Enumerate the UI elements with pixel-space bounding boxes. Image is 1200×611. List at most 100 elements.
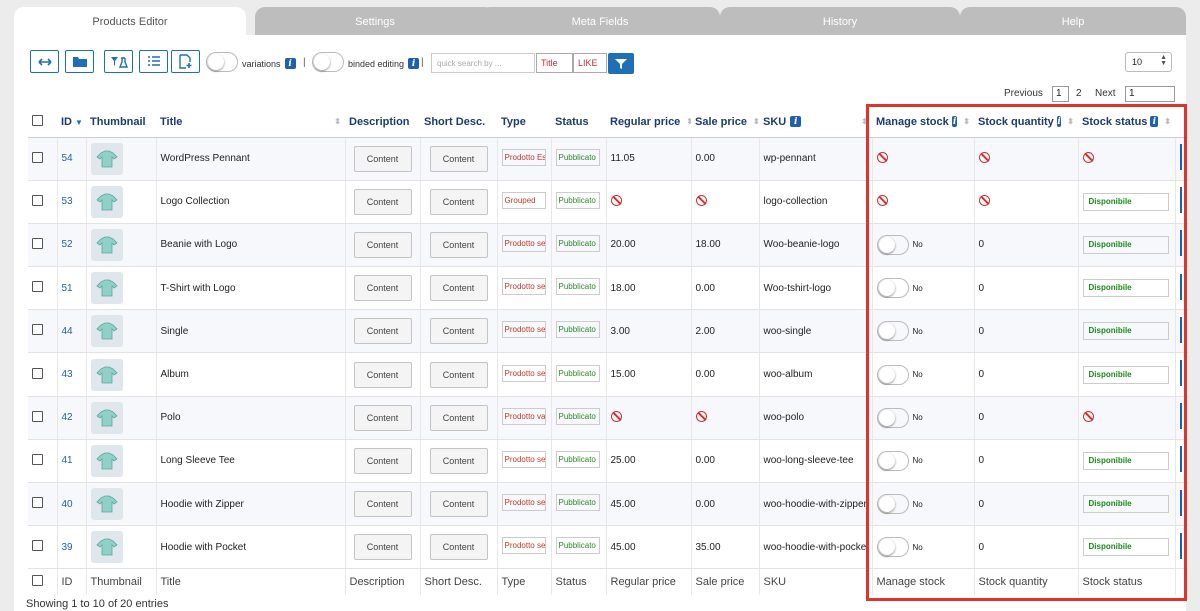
- product-thumbnail[interactable]: [90, 531, 123, 564]
- product-status-select[interactable]: Pubblicato: [555, 494, 600, 512]
- manage-stock-toggle[interactable]: [876, 450, 909, 471]
- row-checkbox[interactable]: [32, 367, 43, 379]
- stock-quantity-cell[interactable]: [973, 137, 1078, 181]
- product-id-link[interactable]: 44: [62, 326, 73, 337]
- sku-cell[interactable]: logo-collection: [758, 180, 872, 224]
- info-icon[interactable]: i: [408, 58, 420, 69]
- bulk-edit-button[interactable]: [104, 50, 133, 73]
- sku-value[interactable]: woo-hoodie-with-pocket: [764, 542, 870, 553]
- stock-status-select[interactable]: Disponibile: [1082, 365, 1169, 384]
- description-content-button[interactable]: Content: [353, 447, 412, 474]
- column-header-stock-status[interactable]: Stock status i ⬍: [1078, 107, 1175, 138]
- row-checkbox[interactable]: [32, 497, 43, 509]
- stock-quantity-cell[interactable]: 0: [973, 525, 1078, 570]
- row-checkbox[interactable]: [32, 237, 43, 249]
- description-content-button[interactable]: Content: [353, 145, 412, 172]
- product-thumbnail[interactable]: [90, 358, 123, 391]
- manage-stock-toggle[interactable]: [876, 494, 909, 515]
- description-content-button[interactable]: Content: [353, 231, 412, 258]
- stock-quantity-value[interactable]: 0: [979, 542, 985, 553]
- stock-status-select[interactable]: Disponibile: [1082, 279, 1169, 298]
- regular-price-cell[interactable]: 20.00: [605, 223, 691, 268]
- sale-price-cell[interactable]: 0.00: [690, 137, 759, 181]
- sale-price-value[interactable]: 0.00: [696, 283, 715, 294]
- product-title[interactable]: Polo: [161, 412, 181, 423]
- sku-value[interactable]: woo-polo: [764, 412, 805, 423]
- sale-price-cell[interactable]: 0.00: [690, 482, 759, 527]
- select-all-footer-checkbox[interactable]: [32, 575, 43, 587]
- product-thumbnail[interactable]: [90, 228, 123, 261]
- expand-columns-button[interactable]: [30, 50, 59, 73]
- folder-button[interactable]: [65, 50, 94, 73]
- search-operator-select[interactable]: LIKE: [573, 53, 607, 73]
- regular-price-cell[interactable]: 15.00: [605, 352, 691, 397]
- column-header-sale-price[interactable]: Sale price ⬍: [691, 107, 759, 138]
- short-desc-content-button[interactable]: Content: [429, 534, 488, 561]
- regular-price-value[interactable]: 25.00: [611, 455, 636, 466]
- row-checkbox[interactable]: [32, 151, 43, 163]
- sale-price-value[interactable]: 2.00: [696, 326, 715, 337]
- product-status-select[interactable]: Pubblicato: [555, 537, 600, 555]
- sale-price-value[interactable]: 0.00: [696, 153, 715, 164]
- product-type-select[interactable]: Prodotto variabile: [501, 407, 546, 425]
- product-status-select[interactable]: Pubblicato: [555, 234, 600, 252]
- sale-price-cell[interactable]: 0.00: [690, 439, 759, 484]
- variations-toggle[interactable]: [206, 52, 238, 72]
- product-thumbnail[interactable]: [90, 185, 123, 218]
- stock-quantity-cell[interactable]: [973, 180, 1078, 224]
- regular-price-value[interactable]: 11.05: [611, 153, 635, 164]
- pagination-next[interactable]: Next: [1095, 88, 1116, 99]
- sku-cell[interactable]: wp-pennant: [758, 137, 872, 181]
- column-header-id[interactable]: ID ▼: [57, 107, 86, 138]
- info-icon[interactable]: i: [1150, 116, 1159, 128]
- stock-quantity-value[interactable]: 0: [979, 412, 985, 423]
- stock-status-select[interactable]: Disponibile: [1082, 538, 1169, 557]
- product-id-link[interactable]: 41: [62, 455, 73, 466]
- tab-products-editor[interactable]: Products Editor: [14, 7, 246, 36]
- product-status-select[interactable]: Pubblicato: [555, 407, 600, 425]
- product-status-select[interactable]: Pubblicato: [555, 364, 600, 382]
- column-header-sku[interactable]: SKU i ⬍: [759, 107, 872, 138]
- short-desc-content-button[interactable]: Content: [429, 491, 488, 518]
- sort-icon[interactable]: ⬍: [963, 117, 970, 126]
- manage-stock-toggle[interactable]: [876, 321, 909, 342]
- description-content-button[interactable]: Content: [353, 275, 412, 302]
- select-all-checkbox[interactable]: [32, 114, 43, 126]
- product-id-link[interactable]: 53: [62, 196, 73, 207]
- sale-price-value[interactable]: 0.00: [696, 369, 715, 380]
- sale-price-value[interactable]: 18.00: [696, 239, 721, 250]
- regular-price-cell[interactable]: 11.05: [605, 137, 691, 181]
- stock-quantity-cell[interactable]: 0: [973, 482, 1078, 527]
- short-desc-content-button[interactable]: Content: [429, 318, 488, 345]
- product-status-select[interactable]: Pubblicato: [555, 191, 600, 209]
- manage-stock-toggle[interactable]: [876, 407, 909, 428]
- sale-price-value[interactable]: 35.00: [696, 542, 721, 553]
- manage-stock-toggle[interactable]: [876, 537, 909, 558]
- product-title[interactable]: T-Shirt with Logo: [161, 283, 236, 294]
- product-status-select[interactable]: Pubblicato: [555, 321, 600, 339]
- sku-cell[interactable]: woo-single: [758, 309, 872, 354]
- regular-price-value[interactable]: 15.00: [611, 369, 636, 380]
- short-desc-content-button[interactable]: Content: [429, 275, 488, 302]
- sku-value[interactable]: Woo-beanie-logo: [764, 239, 840, 250]
- row-checkbox-cell[interactable]: [28, 525, 57, 570]
- product-type-select[interactable]: Prodotto semplice: [501, 364, 546, 382]
- description-content-button[interactable]: Content: [353, 361, 412, 388]
- stock-status-select[interactable]: Disponibile: [1082, 235, 1169, 254]
- column-header-regular-price[interactable]: Regular price ⬍: [606, 107, 691, 138]
- stock-quantity-value[interactable]: 0: [979, 369, 985, 380]
- info-icon[interactable]: i: [284, 58, 296, 69]
- short-desc-content-button[interactable]: Content: [429, 188, 488, 215]
- sort-icon[interactable]: ⬍: [861, 117, 868, 126]
- tab-history[interactable]: History: [720, 7, 960, 36]
- sale-price-cell[interactable]: [690, 396, 759, 440]
- stock-quantity-value[interactable]: 0: [979, 326, 985, 337]
- sku-cell[interactable]: woo-album: [758, 352, 872, 397]
- regular-price-cell[interactable]: 25.00: [605, 439, 691, 484]
- title-cell[interactable]: Polo: [155, 396, 345, 440]
- regular-price-cell[interactable]: 45.00: [605, 482, 691, 527]
- product-status-select[interactable]: Pubblicato: [555, 278, 600, 296]
- title-cell[interactable]: Hoodie with Pocket: [155, 525, 345, 570]
- sku-cell[interactable]: woo-hoodie-with-zipper: [758, 482, 872, 527]
- product-type-select[interactable]: Prodotto semplice: [501, 450, 546, 468]
